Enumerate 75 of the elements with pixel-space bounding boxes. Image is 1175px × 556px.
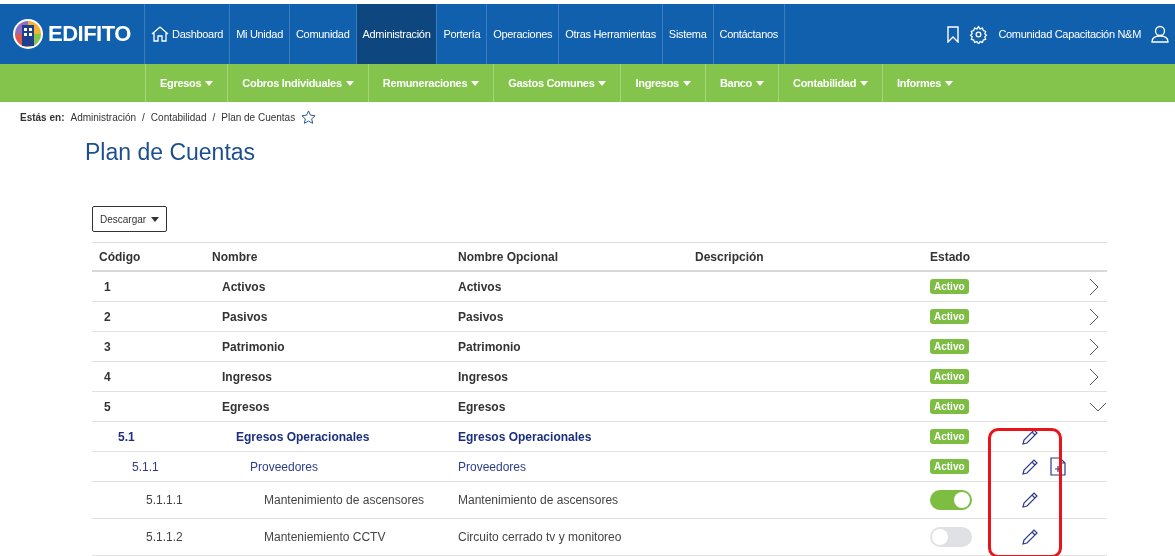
name-cell-text: Manteniemiento CCTV bbox=[263, 530, 387, 544]
settings-icon[interactable] bbox=[969, 24, 989, 44]
caret-icon bbox=[205, 80, 214, 86]
column-header: Nombre Opcional bbox=[458, 249, 559, 264]
caret-icon bbox=[598, 80, 607, 86]
caret-icon bbox=[860, 80, 869, 86]
optional-name-cell-text: Egresos Operacionales bbox=[458, 429, 593, 444]
page-title: Plan de Cuentas bbox=[85, 139, 257, 166]
code-cell-text: 5 bbox=[103, 399, 112, 414]
optional-name-cell-text: Activos bbox=[458, 279, 503, 294]
status-toggle[interactable] bbox=[930, 527, 972, 547]
chevron-down-icon[interactable] bbox=[1089, 401, 1107, 412]
user-name[interactable]: Comunidad Capacitación N&M bbox=[998, 28, 1141, 40]
breadcrumb-label: Estás en: bbox=[20, 112, 65, 123]
code-cell-text: 5.1.1 bbox=[131, 459, 160, 474]
download-button[interactable]: Descargar bbox=[92, 206, 168, 232]
add-document-icon[interactable] bbox=[1050, 457, 1066, 476]
optional-name-cell-text: Circuito cerrado tv y monitoreo bbox=[458, 530, 623, 544]
building-logo-icon bbox=[12, 18, 44, 50]
code-cell-text: 4 bbox=[103, 369, 112, 384]
status-badge: Activo bbox=[930, 399, 969, 414]
name-cell-text: Proveedores bbox=[249, 459, 320, 474]
optional-name-cell-text: Proveedores bbox=[458, 459, 528, 474]
caret-icon bbox=[151, 216, 160, 222]
chevron-right-icon[interactable] bbox=[1089, 337, 1099, 356]
breadcrumb-link[interactable]: Administración bbox=[70, 112, 137, 123]
pencil-icon[interactable] bbox=[1020, 490, 1040, 510]
chevron-right-icon[interactable] bbox=[1089, 307, 1099, 326]
optional-name-cell-text: Pasivos bbox=[458, 309, 505, 324]
column-header: Código bbox=[99, 249, 142, 264]
column-header: Estado bbox=[930, 249, 971, 264]
status-badge: Activo bbox=[930, 369, 969, 384]
code-cell-text: 2 bbox=[103, 309, 112, 324]
caret-icon bbox=[471, 80, 480, 86]
name-cell-text: Activos bbox=[221, 279, 267, 294]
optional-name-cell-text: Egresos bbox=[458, 399, 507, 414]
optional-name-cell-text: Mantenimiento de ascensores bbox=[458, 493, 620, 507]
name-cell-text: Mantenimiento de ascensores bbox=[263, 493, 426, 507]
breadcrumb-separator: / bbox=[212, 112, 216, 123]
breadcrumb-link[interactable]: Contabilidad bbox=[150, 112, 207, 123]
caret-icon bbox=[345, 80, 354, 86]
status-badge: Activo bbox=[930, 459, 969, 474]
code-cell-text: 3 bbox=[103, 339, 112, 354]
column-header: Descripción bbox=[695, 249, 765, 264]
caret-icon bbox=[945, 80, 954, 86]
caret-icon bbox=[756, 80, 765, 86]
optional-name-cell-text: Patrimonio bbox=[458, 339, 522, 354]
home-icon bbox=[151, 26, 169, 42]
status-badge: Activo bbox=[930, 339, 969, 354]
name-cell-text: Pasivos bbox=[221, 309, 269, 324]
caret-icon bbox=[682, 80, 691, 86]
code-cell-text: 5.1.1.2 bbox=[145, 530, 184, 544]
status-badge: Activo bbox=[930, 279, 969, 294]
pencil-icon[interactable] bbox=[1020, 527, 1040, 547]
code-cell-text: 5.1 bbox=[117, 429, 136, 444]
status-badge: Activo bbox=[930, 429, 969, 444]
brand-name: EDIFITO bbox=[48, 21, 131, 47]
code-cell-text: 1 bbox=[103, 279, 112, 294]
code-cell-text: 5.1.1.1 bbox=[145, 493, 184, 507]
star-icon[interactable] bbox=[301, 110, 317, 125]
nav-link[interactable]: Administración bbox=[356, 4, 438, 64]
optional-name-cell-text: Ingresos bbox=[458, 369, 509, 384]
name-cell-text: Egresos bbox=[221, 399, 271, 414]
breadcrumb-separator: / bbox=[142, 112, 145, 123]
name-cell-text: Egresos Operacionales bbox=[235, 429, 371, 444]
status-badge: Activo bbox=[930, 309, 969, 324]
chevron-right-icon[interactable] bbox=[1089, 367, 1099, 386]
breadcrumb-link[interactable]: Plan de Cuentas bbox=[221, 112, 296, 123]
user-icon[interactable] bbox=[1151, 25, 1169, 43]
column-header: Nombre bbox=[212, 249, 259, 264]
name-cell-text: Patrimonio bbox=[221, 339, 286, 354]
bookmark-icon[interactable] bbox=[947, 25, 960, 43]
name-cell-text: Ingresos bbox=[221, 369, 273, 384]
chevron-right-icon[interactable] bbox=[1089, 277, 1099, 296]
status-toggle[interactable] bbox=[930, 490, 972, 510]
